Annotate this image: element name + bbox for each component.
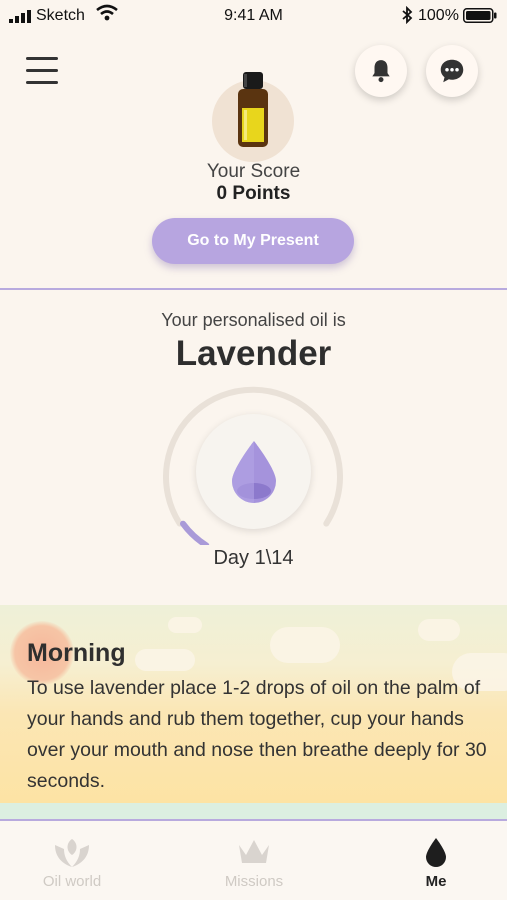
crown-icon (239, 840, 269, 863)
morning-instructions-text: To use lavender place 1-2 drops of oil o… (27, 677, 487, 792)
cloud-decoration (135, 649, 195, 671)
tab-oil-world[interactable]: Oil world (0, 821, 152, 900)
oil-drop-icon (426, 838, 446, 867)
section-strip (0, 803, 507, 819)
essential-oil-bottle-icon (238, 72, 268, 147)
score-points: 0 Points (216, 183, 291, 204)
score-label: Your Score (206, 161, 301, 182)
cloud-decoration (270, 627, 340, 663)
morning-instructions-card: Morning To use lavender place 1-2 drops … (0, 605, 507, 803)
tab-me[interactable]: Me (356, 821, 507, 900)
battery-icon (463, 8, 497, 23)
tab-label: Oil world (42, 873, 102, 890)
menu-button[interactable] (22, 52, 64, 92)
battery-percent: 100% (418, 7, 459, 24)
bell-icon (372, 60, 390, 83)
oil-drop-badge (196, 414, 311, 529)
tab-missions[interactable]: Missions (174, 821, 334, 900)
menu-icon (26, 57, 58, 60)
oil-name: Lavender (175, 334, 332, 373)
status-bar: Sketch 9:41 AM 100% (0, 0, 507, 34)
tab-bar: Oil world Missions Me (0, 821, 507, 900)
oil-drop-icon (231, 440, 276, 503)
morning-title: Morning (27, 639, 126, 667)
cloud-decoration (418, 619, 460, 641)
cloud-decoration (168, 617, 202, 633)
hands-leaf-icon (55, 839, 89, 867)
tab-label: Me (425, 873, 447, 890)
day-counter: Day 1\14 (213, 547, 294, 569)
go-to-present-button[interactable]: Go to My Present (152, 218, 354, 264)
notifications-button[interactable] (355, 45, 407, 97)
chat-bubble-icon (440, 59, 464, 83)
personalised-oil-intro: Your personalised oil is (161, 310, 346, 330)
section-divider (0, 288, 507, 290)
oil-bottle-avatar (212, 72, 294, 162)
tab-label: Missions (224, 873, 284, 890)
messages-button[interactable] (426, 45, 478, 97)
bluetooth-icon (402, 6, 413, 24)
